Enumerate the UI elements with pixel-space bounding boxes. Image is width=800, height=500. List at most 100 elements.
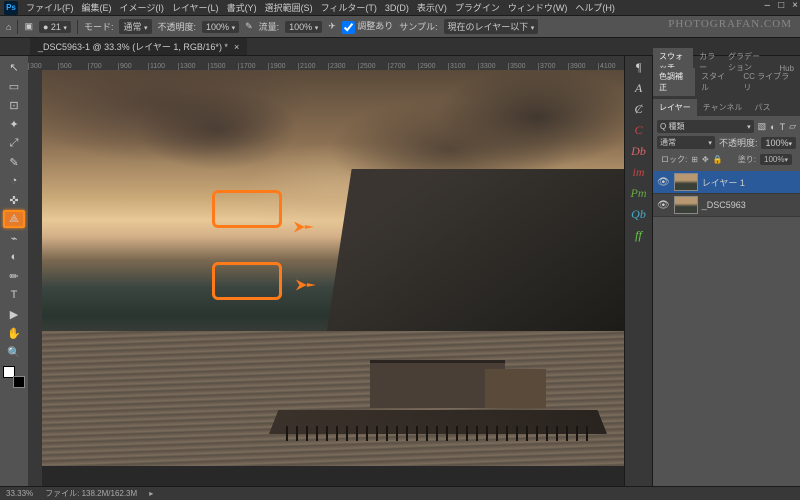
layer-fill[interactable]: 100%▾ bbox=[760, 154, 792, 165]
lock-pixels-icon[interactable]: ⊞ bbox=[691, 155, 698, 164]
styles-c-icon[interactable]: C bbox=[634, 123, 642, 138]
ruler-horizontal[interactable]: 3005007009001100130015001700190021002300… bbox=[28, 56, 624, 70]
menu-filter[interactable]: フィルター(T) bbox=[321, 1, 377, 14]
adjust-tabstrip: 色調補正 スタイル CC ライブラリ bbox=[653, 76, 800, 96]
annotation-arrow-1 bbox=[292, 216, 314, 238]
menu-type[interactable]: 書式(Y) bbox=[227, 1, 257, 14]
visibility-icon[interactable]: 👁 bbox=[657, 177, 670, 188]
color-swatch[interactable] bbox=[3, 366, 25, 388]
file-info: ファイル: 138.2M/162.3M bbox=[45, 488, 137, 499]
menu-file[interactable]: ファイル(F) bbox=[26, 1, 74, 14]
canvas[interactable] bbox=[42, 70, 624, 486]
styles-db-icon[interactable]: Db bbox=[631, 144, 646, 159]
pressure-opacity-icon[interactable]: ✎ bbox=[245, 21, 253, 32]
brush-preset[interactable]: ● 21 ▾ bbox=[39, 21, 71, 33]
blend-mode[interactable]: 通常▾ bbox=[657, 136, 715, 149]
filter-adjust-icon[interactable]: ◐ bbox=[770, 122, 775, 132]
collapsed-panels: ¶ A Ȼ C Db im Pm Qb ff bbox=[624, 56, 652, 486]
zoom-tool[interactable]: 🔍 bbox=[3, 343, 25, 361]
marquee-tool[interactable]: ▭ bbox=[3, 77, 25, 95]
opacity-field[interactable]: 100% ▾ bbox=[202, 21, 239, 33]
eyedropper-tool[interactable]: ✎ bbox=[3, 153, 25, 171]
filter-shape-icon[interactable]: ▱ bbox=[789, 121, 796, 132]
lasso-tool[interactable]: ⊡ bbox=[3, 96, 25, 114]
ruler-vertical[interactable] bbox=[28, 70, 42, 486]
statusbar: 33.33% ファイル: 138.2M/162.3M ▸ bbox=[0, 486, 800, 500]
glyph-panel-icon[interactable]: Ȼ bbox=[634, 102, 642, 117]
tab-cclib[interactable]: CC ライブラリ bbox=[737, 68, 800, 96]
layer-row[interactable]: 👁 レイヤー 1 bbox=[653, 171, 800, 194]
menu-select[interactable]: 選択範囲(S) bbox=[265, 1, 313, 14]
menu-edit[interactable]: 編集(E) bbox=[82, 1, 112, 14]
layer-name[interactable]: レイヤー 1 bbox=[702, 176, 745, 189]
canvas-area: 3005007009001100130015001700190021002300… bbox=[28, 56, 624, 486]
sample-select[interactable]: 現在のレイヤー以下 ▾ bbox=[444, 19, 539, 34]
maximize-button[interactable]: □ bbox=[778, 0, 784, 11]
filter-type-icon[interactable]: T bbox=[780, 122, 786, 132]
lock-all-icon[interactable]: 🔒 bbox=[713, 155, 723, 164]
type-tool[interactable]: T bbox=[3, 286, 25, 304]
path-tool[interactable]: ▶ bbox=[3, 305, 25, 323]
history-brush-tool[interactable]: ⌁ bbox=[3, 229, 25, 247]
close-button[interactable]: × bbox=[792, 0, 798, 11]
menu-help[interactable]: ヘルプ(H) bbox=[575, 1, 615, 14]
menu-layer[interactable]: レイヤー(L) bbox=[172, 1, 219, 14]
clone-stamp-tool[interactable]: ⟁ bbox=[3, 210, 25, 228]
mode-select[interactable]: 通常 ▾ bbox=[119, 19, 151, 34]
heal-tool[interactable]: ◔ bbox=[3, 172, 25, 190]
move-tool[interactable]: ↖ bbox=[3, 58, 25, 76]
document-image[interactable] bbox=[42, 70, 624, 466]
wand-tool[interactable]: ✦ bbox=[3, 115, 25, 133]
visibility-icon[interactable]: 👁 bbox=[657, 200, 670, 211]
layer-filter[interactable]: Q 種類▾ bbox=[657, 120, 754, 133]
tab-adjustments[interactable]: 色調補正 bbox=[653, 68, 695, 96]
tool-preset-icon[interactable]: ▣ bbox=[24, 21, 33, 32]
home-icon[interactable]: ⌂ bbox=[6, 22, 11, 32]
gradient-tool[interactable]: ✏ bbox=[3, 267, 25, 285]
airbrush-icon[interactable]: ✈ bbox=[328, 21, 336, 32]
opacity-label: 不透明度: bbox=[158, 20, 197, 33]
aligned-checkbox[interactable] bbox=[342, 21, 355, 34]
tab-close-icon[interactable]: × bbox=[234, 42, 239, 52]
minimize-button[interactable]: – bbox=[765, 0, 771, 11]
lock-label: ロック: bbox=[661, 154, 687, 165]
tab-layers[interactable]: レイヤー bbox=[653, 99, 697, 116]
annotation-box-2 bbox=[212, 262, 282, 300]
menu-image[interactable]: イメージ(I) bbox=[120, 1, 164, 14]
document-tab-label: _DSC5963-1 @ 33.3% (レイヤー 1, RGB/16*) * bbox=[38, 40, 228, 53]
aligned-label: 調整あり bbox=[357, 21, 393, 31]
menu-3d[interactable]: 3D(D) bbox=[385, 3, 409, 13]
tab-styles[interactable]: スタイル bbox=[695, 68, 737, 96]
panel-column: スウォッチ カラー グラデーション Hub 色調補正 スタイル CC ライブラリ… bbox=[652, 56, 800, 486]
styles-pm-icon[interactable]: Pm bbox=[631, 186, 647, 201]
styles-qb-icon[interactable]: Qb bbox=[631, 207, 646, 222]
app-icon: Ps bbox=[4, 1, 18, 15]
layer-opacity[interactable]: 100%▾ bbox=[761, 137, 796, 149]
flow-field[interactable]: 100% ▾ bbox=[285, 21, 322, 33]
layer-thumbnail[interactable] bbox=[674, 173, 698, 191]
mode-label: モード: bbox=[84, 20, 114, 33]
statusbar-chevron-icon[interactable]: ▸ bbox=[149, 489, 153, 498]
styles-ff-icon[interactable]: ff bbox=[635, 228, 642, 243]
layer-thumbnail[interactable] bbox=[674, 196, 698, 214]
layer-opacity-label: 不透明度: bbox=[719, 136, 758, 149]
character-panel-icon[interactable]: A bbox=[635, 81, 642, 96]
paragraph-panel-icon[interactable]: ¶ bbox=[635, 60, 641, 75]
document-tab[interactable]: _DSC5963-1 @ 33.3% (レイヤー 1, RGB/16*) * × bbox=[30, 38, 247, 55]
annotation-box-1 bbox=[212, 190, 282, 228]
styles-im-icon[interactable]: im bbox=[633, 165, 645, 180]
menu-view[interactable]: 表示(V) bbox=[417, 1, 447, 14]
layer-name[interactable]: _DSC5963 bbox=[702, 200, 746, 210]
tab-paths[interactable]: パス bbox=[749, 99, 777, 116]
crop-tool[interactable]: ⤢ bbox=[3, 134, 25, 152]
menu-window[interactable]: ウィンドウ(W) bbox=[508, 1, 568, 14]
menu-plugin[interactable]: プラグイン bbox=[455, 1, 500, 14]
eraser-tool[interactable]: ◐ bbox=[3, 248, 25, 266]
layer-row[interactable]: 👁 _DSC5963 bbox=[653, 194, 800, 217]
brush-tool[interactable]: ✜ bbox=[3, 191, 25, 209]
filter-pixel-icon[interactable]: ▧ bbox=[758, 121, 767, 132]
lock-position-icon[interactable]: ✥ bbox=[702, 155, 709, 164]
zoom-level[interactable]: 33.33% bbox=[6, 489, 33, 498]
tab-channels[interactable]: チャンネル bbox=[697, 99, 749, 116]
hand-tool[interactable]: ✋ bbox=[3, 324, 25, 342]
